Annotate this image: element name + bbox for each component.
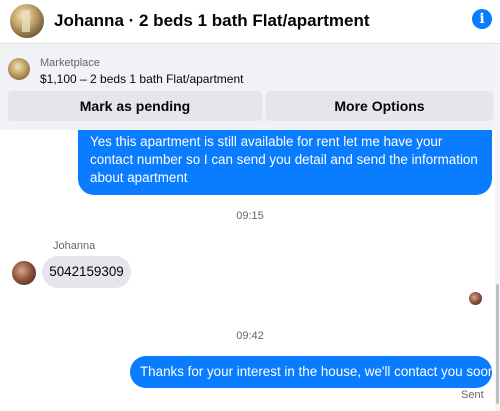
sender-avatar[interactable] [12,261,36,285]
incoming-message[interactable]: 5042159309 [42,256,131,288]
marketplace-panel: Marketplace $1,100 – 2 beds 1 bath Flat/… [0,44,500,130]
message-thread: Yes this apartment is still available fo… [0,130,500,411]
more-options-button[interactable]: More Options [266,91,493,121]
outgoing-message[interactable]: Yes this apartment is still available fo… [78,130,492,195]
scrollbar-thumb[interactable] [496,284,499,404]
conversation-header: Johanna · 2 beds 1 bath Flat/apartment i [0,0,500,44]
conversation-title[interactable]: Johanna · 2 beds 1 bath Flat/apartment [54,11,370,31]
listing-thumbnail[interactable] [8,58,30,80]
read-receipt-avatar [469,292,482,305]
message-timestamp: 09:15 [236,210,264,222]
info-icon[interactable]: i [472,9,492,29]
chat-scrollbar[interactable] [495,44,500,411]
outgoing-message[interactable]: Thanks for your interest in the house, w… [130,356,495,388]
message-status: Sent [461,389,484,401]
contact-avatar[interactable] [10,4,44,38]
listing-summary[interactable]: $1,100 – 2 beds 1 bath Flat/apartment [40,72,243,86]
marketplace-label: Marketplace [40,57,100,69]
mark-as-pending-button[interactable]: Mark as pending [8,91,262,121]
sender-name: Johanna [53,240,96,252]
message-timestamp: 09:42 [236,330,264,342]
